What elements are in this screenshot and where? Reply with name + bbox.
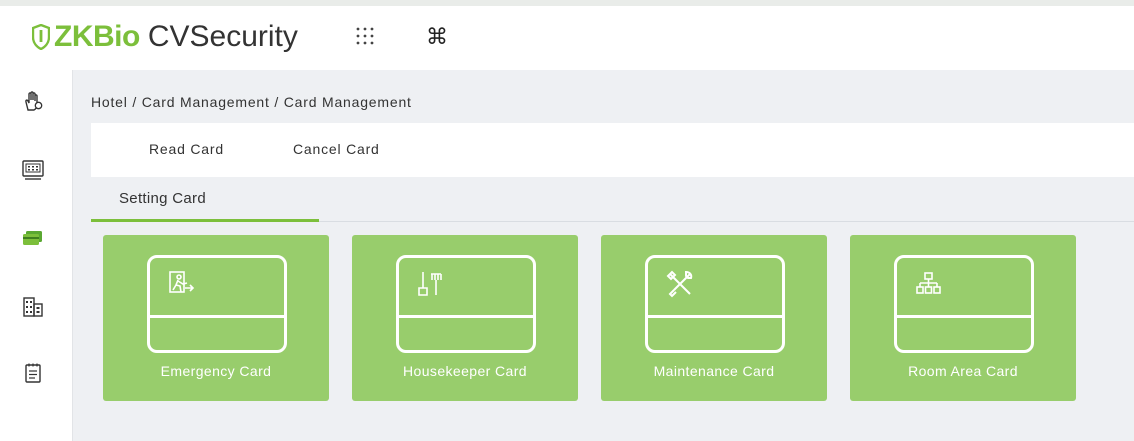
- card-graphic: [645, 255, 785, 353]
- command-icon[interactable]: ⌘: [426, 24, 448, 50]
- notepad-icon[interactable]: [22, 362, 44, 384]
- card-stripe: [648, 315, 782, 318]
- card-label: Room Area Card: [908, 363, 1018, 379]
- logo-brand: ZKBio: [54, 20, 140, 53]
- apps-grid-icon[interactable]: [355, 26, 375, 46]
- sidebar: [0, 70, 72, 441]
- toolbar: Read Card Cancel Card: [91, 123, 1134, 177]
- cancel-card-button[interactable]: Cancel Card: [293, 141, 380, 157]
- card-stripe: [399, 315, 533, 318]
- tab-bar: Setting Card: [91, 177, 1134, 222]
- tab-setting-card[interactable]: Setting Card: [91, 177, 319, 222]
- emergency-card-tile[interactable]: Emergency Card: [103, 235, 329, 401]
- maintenance-card-tile[interactable]: Maintenance Card: [601, 235, 827, 401]
- card-label: Housekeeper Card: [403, 363, 527, 379]
- emergency-exit-icon: [169, 271, 195, 293]
- terminal-icon[interactable]: [22, 159, 44, 181]
- breadcrumb: Hotel / Card Management / Card Managemen…: [91, 94, 412, 110]
- header-topline: [0, 0, 1134, 6]
- hierarchy-icon: [916, 272, 941, 294]
- card-graphic: [396, 255, 536, 353]
- tab-label: Setting Card: [119, 190, 206, 207]
- building-icon[interactable]: [22, 296, 44, 318]
- top-header: ZKBio CVSecurity ⌘: [0, 0, 1134, 70]
- cleaning-tools-icon: [418, 272, 442, 296]
- app-window: ZKBio CVSecurity ⌘ Hotel / Card Manageme…: [0, 0, 1134, 441]
- main-content: Hotel / Card Management / Card Managemen…: [72, 70, 1134, 441]
- read-card-button[interactable]: Read Card: [149, 141, 224, 157]
- tools-icon: [666, 270, 693, 298]
- card-graphic: [894, 255, 1034, 353]
- shield-logo-icon: [32, 24, 50, 50]
- card-stripe: [150, 315, 284, 318]
- card-label: Maintenance Card: [653, 363, 775, 379]
- app-logo[interactable]: ZKBio CVSecurity: [32, 20, 298, 54]
- card-icon[interactable]: [22, 227, 44, 249]
- room-area-card-tile[interactable]: Room Area Card: [850, 235, 1076, 401]
- card-stripe: [897, 315, 1031, 318]
- card-graphic: [147, 255, 287, 353]
- logo-product: CVSecurity: [147, 20, 298, 53]
- card-label: Emergency Card: [160, 363, 272, 379]
- hand-icon[interactable]: [22, 90, 44, 112]
- housekeeper-card-tile[interactable]: Housekeeper Card: [352, 235, 578, 401]
